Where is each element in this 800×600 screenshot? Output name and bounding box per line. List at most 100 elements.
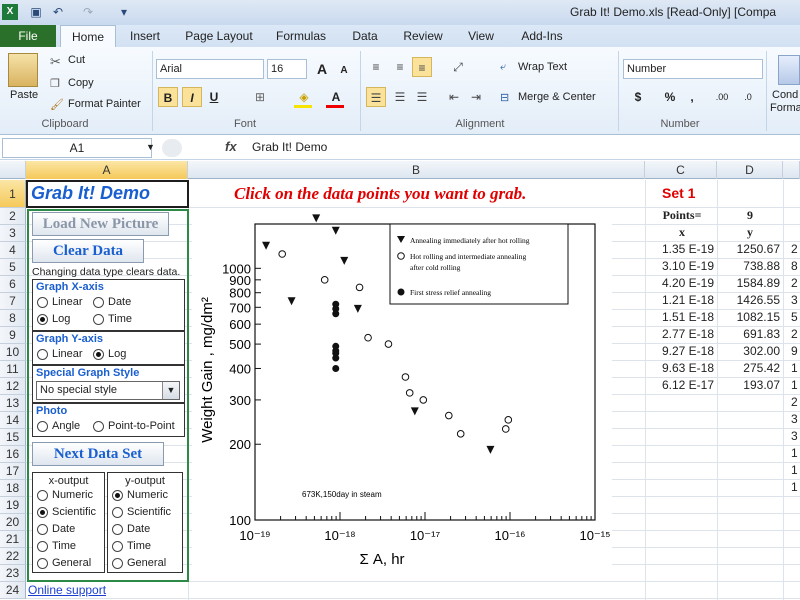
e-value-cell[interactable]: 1: [791, 463, 798, 477]
e-value-cell[interactable]: 8: [791, 259, 798, 273]
row-header[interactable]: 15: [0, 429, 26, 446]
format-painter-button[interactable]: Format Painter: [68, 98, 141, 110]
decrease-decimal-button[interactable]: .0: [738, 87, 758, 107]
e-value-cell[interactable]: 5: [791, 310, 798, 324]
e-value-cell[interactable]: 9: [791, 344, 798, 358]
copy-icon[interactable]: ❐: [50, 77, 60, 90]
y-linear-option[interactable]: Linear: [37, 348, 83, 360]
wrap-text-button[interactable]: Wrap Text: [518, 61, 567, 73]
special-style-select[interactable]: No special style: [36, 381, 180, 400]
yout-option-numeric[interactable]: Numeric: [112, 489, 168, 501]
row-header[interactable]: 3: [0, 225, 26, 242]
e-value-cell[interactable]: 1: [791, 378, 798, 392]
row-header[interactable]: 14: [0, 412, 26, 429]
increase-decimal-button[interactable]: .00: [712, 87, 732, 107]
formula-bar-handle[interactable]: [162, 139, 182, 157]
scanned-chart[interactable]: 10⁻¹⁹ 10⁻¹⁸ 10⁻¹⁷ 10⁻¹⁶ 10⁻¹⁵ 100 200 300 400 500…: [192, 210, 612, 580]
row-header[interactable]: 12: [0, 378, 26, 395]
x-value-cell[interactable]: 1.35 E-19: [646, 242, 714, 256]
y-value-cell[interactable]: 1426.55: [718, 293, 780, 307]
font-size-combo[interactable]: 16: [267, 59, 307, 79]
paste-button[interactable]: Paste: [10, 89, 38, 101]
e-value-cell[interactable]: 2: [791, 327, 798, 341]
y-value-cell[interactable]: 1584.89: [718, 276, 780, 290]
y-value-cell[interactable]: 1082.15: [718, 310, 780, 324]
grow-font-button[interactable]: A: [312, 59, 332, 79]
wrap-text-icon[interactable]: ⤶: [500, 61, 506, 74]
e-value-cell[interactable]: 1: [791, 361, 798, 375]
font-color-icon[interactable]: A: [326, 87, 346, 107]
underline-button[interactable]: U: [204, 87, 224, 107]
e-value-cell[interactable]: 2: [791, 395, 798, 409]
tab-review[interactable]: Review: [396, 25, 450, 47]
x-value-cell[interactable]: 6.12 E-17: [646, 378, 714, 392]
column-header-c[interactable]: C: [645, 161, 717, 179]
undo-icon[interactable]: ↶: [50, 4, 66, 20]
copy-button[interactable]: Copy: [68, 77, 94, 89]
borders-icon[interactable]: ⊞: [250, 87, 270, 107]
xout-option-time[interactable]: Time: [37, 540, 76, 552]
tab-insert[interactable]: Insert: [120, 25, 170, 47]
align-right-icon[interactable]: ☰: [412, 87, 432, 107]
y-value-cell[interactable]: 275.42: [718, 361, 780, 375]
orientation-icon[interactable]: ⤢: [448, 57, 468, 77]
x-time-option[interactable]: Time: [93, 313, 132, 325]
merge-center-icon[interactable]: ⊟: [500, 91, 509, 104]
save-icon[interactable]: ▣: [28, 4, 44, 20]
row-header[interactable]: 20: [0, 514, 26, 531]
row-header[interactable]: 7: [0, 293, 26, 310]
name-box-dropdown-icon[interactable]: ▼: [146, 142, 155, 152]
conditional-formatting-button[interactable]: Cond: [772, 89, 798, 101]
row-header[interactable]: 13: [0, 395, 26, 412]
row-header[interactable]: 5: [0, 259, 26, 276]
xout-option-date[interactable]: Date: [37, 523, 75, 535]
x-value-cell[interactable]: 1.51 E-18: [646, 310, 714, 324]
e-value-cell[interactable]: 2: [791, 242, 798, 256]
column-header-e[interactable]: [783, 161, 800, 179]
column-header-b[interactable]: B: [188, 161, 645, 179]
row-header[interactable]: 2: [0, 208, 26, 225]
column-header-a[interactable]: A: [26, 161, 188, 179]
name-box[interactable]: A1: [2, 138, 152, 158]
tab-data[interactable]: Data: [344, 25, 386, 47]
row-header[interactable]: 10: [0, 344, 26, 361]
increase-indent-icon[interactable]: ⇥: [466, 87, 486, 107]
paste-icon[interactable]: [8, 53, 38, 87]
e-value-cell[interactable]: 3: [791, 429, 798, 443]
conditional-formatting-icon[interactable]: [778, 55, 800, 85]
number-format-combo[interactable]: Number: [623, 59, 763, 79]
yout-option-general[interactable]: General: [112, 557, 166, 569]
cut-button[interactable]: Cut: [68, 54, 85, 66]
row-header[interactable]: 11: [0, 361, 26, 378]
x-value-cell[interactable]: 3.10 E-19: [646, 259, 714, 273]
e-value-cell[interactable]: 2: [791, 276, 798, 290]
align-left-icon[interactable]: ☰: [366, 87, 386, 107]
fill-color-icon[interactable]: ◈: [294, 87, 314, 107]
xout-option-numeric[interactable]: Numeric: [37, 489, 93, 501]
row-header[interactable]: 17: [0, 463, 26, 480]
italic-button[interactable]: I: [182, 87, 202, 107]
x-log-option[interactable]: Log: [37, 313, 70, 325]
font-name-combo[interactable]: Arial: [156, 59, 264, 79]
column-header-d[interactable]: D: [717, 161, 783, 179]
percent-button[interactable]: %: [660, 87, 680, 107]
row-header[interactable]: 4: [0, 242, 26, 259]
e-value-cell[interactable]: 3: [791, 293, 798, 307]
e-value-cell[interactable]: 1: [791, 446, 798, 460]
row-header[interactable]: 16: [0, 446, 26, 463]
merge-center-button[interactable]: Merge & Center: [518, 91, 596, 103]
y-value-cell[interactable]: 691.83: [718, 327, 780, 341]
x-linear-option[interactable]: Linear: [37, 296, 83, 308]
y-value-cell[interactable]: 1250.67: [718, 242, 780, 256]
align-bottom-icon[interactable]: ≡: [412, 57, 432, 77]
e-value-cell[interactable]: 1: [791, 480, 798, 494]
row-header[interactable]: 24: [0, 582, 26, 599]
format-painter-icon[interactable]: 🖌: [50, 98, 64, 111]
shrink-font-button[interactable]: A: [334, 61, 354, 81]
currency-button[interactable]: $: [628, 87, 648, 107]
decrease-indent-icon[interactable]: ⇤: [444, 87, 464, 107]
tab-page-layout[interactable]: Page Layout: [180, 25, 258, 47]
x-value-cell[interactable]: 4.20 E-19: [646, 276, 714, 290]
row-header[interactable]: 19: [0, 497, 26, 514]
row-header[interactable]: 23: [0, 565, 26, 582]
